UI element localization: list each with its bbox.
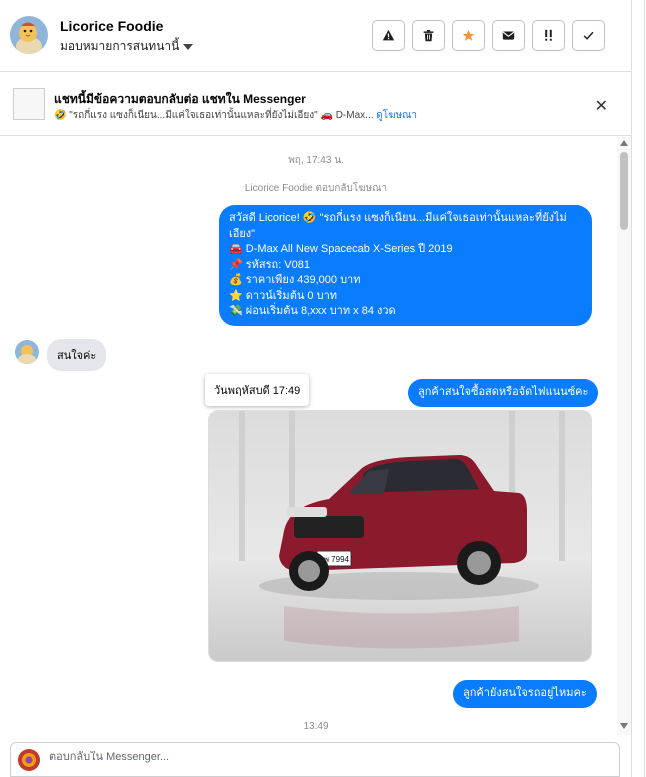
delete-button[interactable] bbox=[412, 20, 445, 51]
view-ad-link[interactable]: ดูโฆษณา bbox=[376, 110, 417, 121]
timestamp-top: พฤ, 17:43 น. bbox=[288, 155, 344, 166]
ad-line: สวัสดี Licorice! 🤣 "รถกี่แรง แซงก็เนียน.… bbox=[229, 212, 567, 240]
assign-label: มอบหมายการสนทนานี้ bbox=[60, 39, 180, 53]
car-photo[interactable]: ผพ 7994 bbox=[208, 410, 592, 662]
scroll-up-icon[interactable] bbox=[620, 140, 628, 146]
ad-line: 💸 ผ่อนเริ่มต้น 8,xxx บาท x 84 งวด bbox=[229, 305, 396, 317]
ad-reply-banner: แชทนี้มีข้อความตอบกลับต่อ แชทใน Messenge… bbox=[0, 73, 632, 136]
contact-avatar-small[interactable] bbox=[15, 340, 39, 364]
ad-thumbnail bbox=[13, 88, 45, 120]
done-button[interactable] bbox=[572, 20, 605, 51]
divider bbox=[631, 0, 632, 777]
divider bbox=[644, 0, 645, 777]
mark-unread-button[interactable] bbox=[492, 20, 525, 51]
banner-title: แชทนี้มีข้อความตอบกลับต่อ แชทใน Messenge… bbox=[54, 92, 306, 106]
scroll-down-icon[interactable] bbox=[620, 723, 628, 729]
header-actions bbox=[372, 20, 605, 51]
conversation-header: Licorice Foodie มอบหมายการสนทนานี้ bbox=[0, 0, 632, 72]
assign-conversation-dropdown[interactable]: มอบหมายการสนทนานี้ bbox=[60, 37, 194, 56]
reply-input[interactable] bbox=[49, 751, 609, 763]
reply-note: Licorice Foodie ตอบกลับโฆษณา bbox=[244, 183, 388, 194]
reply-composer bbox=[10, 742, 620, 777]
ad-line: 💰 ราคาเพียง 439,000 บาท bbox=[229, 274, 361, 286]
timestamp-bottom: 13:49 bbox=[303, 721, 329, 732]
ad-line: 🚘 D-Max All New Spacecab X-Series ปี 201… bbox=[229, 243, 453, 255]
banner-subtitle-text: 🤣 "รถกี่แรง แซงก็เนียน...มีแค่ใจเธอเท่าน… bbox=[54, 110, 374, 121]
outgoing-message-1[interactable]: ลูกค้าสนใจซื้อสดหรือจัดไฟแนนซ์คะ bbox=[408, 379, 599, 407]
message-scrollbar[interactable] bbox=[617, 137, 631, 735]
star-icon bbox=[462, 29, 475, 41]
ad-line: . bbox=[229, 320, 233, 333]
scroll-thumb[interactable] bbox=[620, 152, 628, 230]
close-icon[interactable]: ✕ bbox=[595, 96, 608, 116]
follow-up-button[interactable] bbox=[532, 20, 565, 51]
star-button[interactable] bbox=[452, 20, 485, 51]
exclamation-icon bbox=[545, 29, 552, 41]
banner-subtitle: 🤣 "รถกี่แรง แซงก็เนียน...มีแค่ใจเธอเท่าน… bbox=[54, 108, 417, 123]
mail-icon bbox=[502, 31, 515, 40]
page-avatar bbox=[18, 749, 40, 771]
caret-down-icon bbox=[183, 44, 194, 50]
spam-button[interactable] bbox=[372, 20, 405, 51]
check-icon bbox=[583, 31, 594, 40]
trash-icon bbox=[423, 29, 434, 42]
message-time-tooltip: วันพฤหัสบดี 17:49 bbox=[205, 374, 310, 406]
ad-line: ⭐ ดาวน์เริ่มต้น 0 บาท bbox=[229, 289, 337, 302]
warning-icon bbox=[382, 29, 395, 41]
incoming-message[interactable]: สนใจค่ะ bbox=[47, 339, 107, 371]
outgoing-message-2[interactable]: ลูกค้ายังสนใจรถอยู่ไหมคะ bbox=[453, 680, 597, 708]
ad-message-bubble[interactable]: สวัสดี Licorice! 🤣 "รถกี่แรง แซงก็เนียน.… bbox=[219, 205, 592, 333]
ad-line: 📌 รหัสรถ: V081 bbox=[229, 258, 310, 271]
contact-avatar[interactable] bbox=[10, 16, 48, 54]
contact-name: Licorice Foodie bbox=[60, 18, 164, 34]
